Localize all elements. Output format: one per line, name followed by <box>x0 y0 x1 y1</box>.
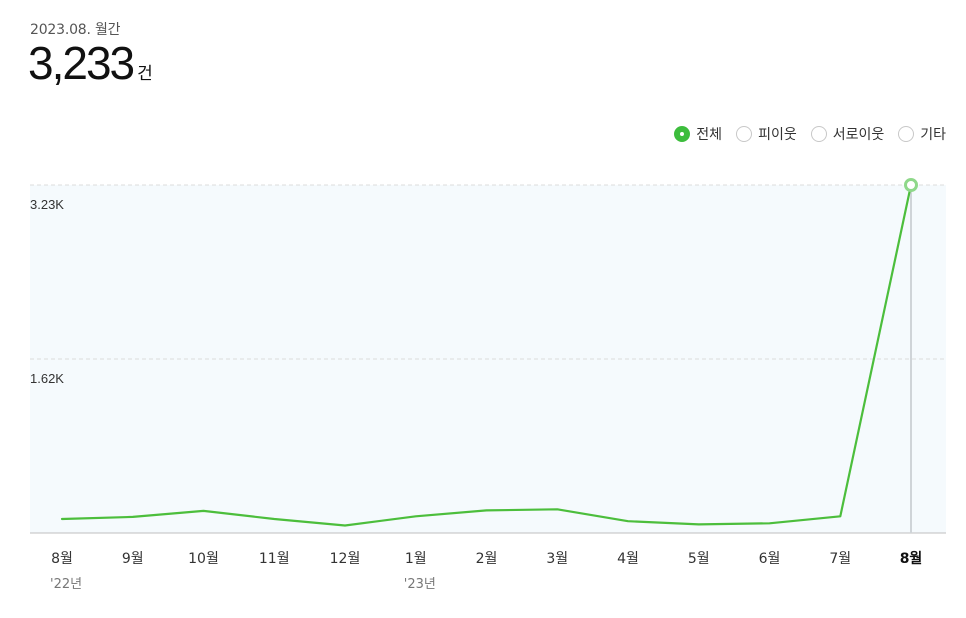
x-tick-label: 2월 <box>476 551 498 567</box>
y-tick-label: 3.23K <box>30 197 64 212</box>
x-year-label: '22년 <box>50 577 82 592</box>
y-tick-label: 1.62K <box>30 371 64 386</box>
x-tick-label: 8월 <box>51 551 73 567</box>
x-tick-label: 12월 <box>330 551 361 567</box>
x-tick-label: 4월 <box>617 551 639 567</box>
x-tick-label: 8월 <box>900 550 923 567</box>
x-tick-label: 6월 <box>759 551 781 567</box>
x-tick-label: 7월 <box>829 551 851 567</box>
highlight-point-marker <box>904 178 918 192</box>
x-tick-label: 9월 <box>122 551 144 567</box>
x-tick-label: 5월 <box>688 551 710 567</box>
x-year-label: '23년 <box>404 577 436 592</box>
x-tick-label: 1월 <box>405 551 427 567</box>
x-tick-label: 10월 <box>188 551 219 567</box>
x-tick-label: 3월 <box>546 551 568 567</box>
line-chart: 1.62K 3.23K 8월 '22년 9월 10월 11월 12월 1월 '23년 2월 3월 4월 5… <box>30 178 946 592</box>
x-tick-label: 11월 <box>259 551 290 567</box>
